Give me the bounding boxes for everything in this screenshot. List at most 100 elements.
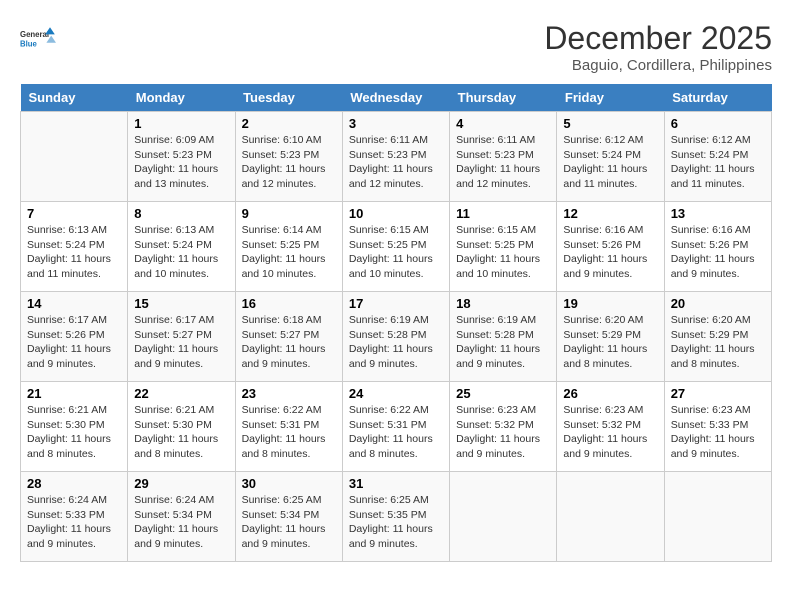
day-number: 24 [349,386,443,401]
day-info: Sunrise: 6:16 AMSunset: 5:26 PMDaylight:… [563,223,657,282]
calendar-cell: 14Sunrise: 6:17 AMSunset: 5:26 PMDayligh… [21,292,128,382]
day-info: Sunrise: 6:20 AMSunset: 5:29 PMDaylight:… [671,313,765,372]
day-number: 17 [349,296,443,311]
month-title: December 2025 [544,20,772,57]
day-info: Sunrise: 6:12 AMSunset: 5:24 PMDaylight:… [671,133,765,192]
calendar-cell: 20 Sunrise: 6:20 AMSunset: 5:29 PMDayligh… [664,292,771,382]
day-number: 13 [671,206,765,221]
svg-text:Blue: Blue [20,39,38,48]
logo-svg: General Blue [20,20,56,56]
day-info: Sunrise: 6:15 AMSunset: 5:25 PMDaylight:… [349,223,443,282]
calendar-cell: 27Sunrise: 6:23 AMSunset: 5:33 PMDayligh… [664,382,771,472]
header-sunday: Sunday [21,84,128,112]
calendar-cell: 11Sunrise: 6:15 AMSunset: 5:25 PMDayligh… [450,202,557,292]
day-info: Sunrise: 6:11 AMSunset: 5:23 PMDaylight:… [456,133,550,192]
day-number: 12 [563,206,657,221]
calendar-week-row: 28 Sunrise: 6:24 AMSunset: 5:33 PMDayligh… [21,472,772,562]
calendar-cell: 6Sunrise: 6:12 AMSunset: 5:24 PMDaylight… [664,112,771,202]
calendar-cell: 5 Sunrise: 6:12 AMSunset: 5:24 PMDaylight… [557,112,664,202]
day-number: 20 [671,296,765,311]
day-info: Sunrise: 6:16 AMSunset: 5:26 PMDaylight:… [671,223,765,282]
calendar-cell: 15 Sunrise: 6:17 AMSunset: 5:27 PMDayligh… [128,292,235,382]
calendar-week-row: 21 Sunrise: 6:21 AMSunset: 5:30 PMDayligh… [21,382,772,472]
day-info: Sunrise: 6:20 AMSunset: 5:29 PMDaylight:… [563,313,657,372]
calendar-cell: 8Sunrise: 6:13 AMSunset: 5:24 PMDaylight… [128,202,235,292]
day-info: Sunrise: 6:19 AMSunset: 5:28 PMDaylight:… [349,313,443,372]
day-info: Sunrise: 6:11 AMSunset: 5:23 PMDaylight:… [349,133,443,192]
day-number: 21 [27,386,121,401]
day-info: Sunrise: 6:09 AMSunset: 5:23 PMDaylight:… [134,133,228,192]
day-number: 15 [134,296,228,311]
day-info: Sunrise: 6:10 AMSunset: 5:23 PMDaylight:… [242,133,336,192]
calendar-cell: 13 Sunrise: 6:16 AMSunset: 5:26 PMDayligh… [664,202,771,292]
day-number: 28 [27,476,121,491]
day-info: Sunrise: 6:25 AMSunset: 5:34 PMDaylight:… [242,493,336,552]
day-info: Sunrise: 6:22 AMSunset: 5:31 PMDaylight:… [242,403,336,462]
day-info: Sunrise: 6:21 AMSunset: 5:30 PMDaylight:… [134,403,228,462]
calendar-cell [450,472,557,562]
calendar-cell: 1 Sunrise: 6:09 AMSunset: 5:23 PMDaylight… [128,112,235,202]
day-info: Sunrise: 6:23 AMSunset: 5:33 PMDaylight:… [671,403,765,462]
day-number: 25 [456,386,550,401]
day-number: 14 [27,296,121,311]
calendar-cell: 2 Sunrise: 6:10 AMSunset: 5:23 PMDaylight… [235,112,342,202]
header-thursday: Thursday [450,84,557,112]
day-info: Sunrise: 6:24 AMSunset: 5:34 PMDaylight:… [134,493,228,552]
day-info: Sunrise: 6:23 AMSunset: 5:32 PMDaylight:… [563,403,657,462]
day-info: Sunrise: 6:13 AMSunset: 5:24 PMDaylight:… [27,223,121,282]
header-wednesday: Wednesday [342,84,449,112]
calendar-cell [21,112,128,202]
title-area: December 2025 Baguio, Cordillera, Philip… [544,20,772,74]
calendar-header-row: SundayMondayTuesdayWednesdayThursdayFrid… [21,84,772,112]
day-number: 2 [242,116,336,131]
calendar-cell: 31 Sunrise: 6:25 AMSunset: 5:35 PMDayligh… [342,472,449,562]
header-tuesday: Tuesday [235,84,342,112]
calendar-week-row: 14Sunrise: 6:17 AMSunset: 5:26 PMDayligh… [21,292,772,382]
calendar-cell: 18 Sunrise: 6:19 AMSunset: 5:28 PMDayligh… [450,292,557,382]
calendar-cell: 23 Sunrise: 6:22 AMSunset: 5:31 PMDayligh… [235,382,342,472]
day-number: 26 [563,386,657,401]
day-info: Sunrise: 6:24 AMSunset: 5:33 PMDaylight:… [27,493,121,552]
day-number: 3 [349,116,443,131]
day-number: 9 [242,206,336,221]
day-number: 23 [242,386,336,401]
calendar-cell [557,472,664,562]
day-info: Sunrise: 6:17 AMSunset: 5:27 PMDaylight:… [134,313,228,372]
calendar-cell: 25 Sunrise: 6:23 AMSunset: 5:32 PMDayligh… [450,382,557,472]
day-info: Sunrise: 6:14 AMSunset: 5:25 PMDaylight:… [242,223,336,282]
calendar-cell [664,472,771,562]
day-info: Sunrise: 6:25 AMSunset: 5:35 PMDaylight:… [349,493,443,552]
calendar-week-row: 1 Sunrise: 6:09 AMSunset: 5:23 PMDaylight… [21,112,772,202]
day-info: Sunrise: 6:15 AMSunset: 5:25 PMDaylight:… [456,223,550,282]
header-saturday: Saturday [664,84,771,112]
logo: General Blue [20,20,56,56]
page-header: General Blue December 2025 Baguio, Cordi… [20,20,772,74]
calendar-cell: 12 Sunrise: 6:16 AMSunset: 5:26 PMDayligh… [557,202,664,292]
calendar-week-row: 7Sunrise: 6:13 AMSunset: 5:24 PMDaylight… [21,202,772,292]
day-number: 1 [134,116,228,131]
day-info: Sunrise: 6:23 AMSunset: 5:32 PMDaylight:… [456,403,550,462]
calendar-cell: 3 Sunrise: 6:11 AMSunset: 5:23 PMDaylight… [342,112,449,202]
day-number: 10 [349,206,443,221]
day-number: 18 [456,296,550,311]
calendar-cell: 26 Sunrise: 6:23 AMSunset: 5:32 PMDayligh… [557,382,664,472]
header-monday: Monday [128,84,235,112]
day-info: Sunrise: 6:21 AMSunset: 5:30 PMDaylight:… [27,403,121,462]
day-number: 5 [563,116,657,131]
day-info: Sunrise: 6:18 AMSunset: 5:27 PMDaylight:… [242,313,336,372]
calendar-cell: 29 Sunrise: 6:24 AMSunset: 5:34 PMDayligh… [128,472,235,562]
day-number: 22 [134,386,228,401]
calendar-table: SundayMondayTuesdayWednesdayThursdayFrid… [20,84,772,562]
day-info: Sunrise: 6:19 AMSunset: 5:28 PMDaylight:… [456,313,550,372]
day-info: Sunrise: 6:13 AMSunset: 5:24 PMDaylight:… [134,223,228,282]
calendar-cell: 7Sunrise: 6:13 AMSunset: 5:24 PMDaylight… [21,202,128,292]
calendar-cell: 17 Sunrise: 6:19 AMSunset: 5:28 PMDayligh… [342,292,449,382]
day-number: 31 [349,476,443,491]
day-number: 19 [563,296,657,311]
day-info: Sunrise: 6:22 AMSunset: 5:31 PMDaylight:… [349,403,443,462]
day-number: 30 [242,476,336,491]
day-number: 29 [134,476,228,491]
calendar-cell: 21 Sunrise: 6:21 AMSunset: 5:30 PMDayligh… [21,382,128,472]
day-info: Sunrise: 6:12 AMSunset: 5:24 PMDaylight:… [563,133,657,192]
calendar-cell: 10 Sunrise: 6:15 AMSunset: 5:25 PMDayligh… [342,202,449,292]
